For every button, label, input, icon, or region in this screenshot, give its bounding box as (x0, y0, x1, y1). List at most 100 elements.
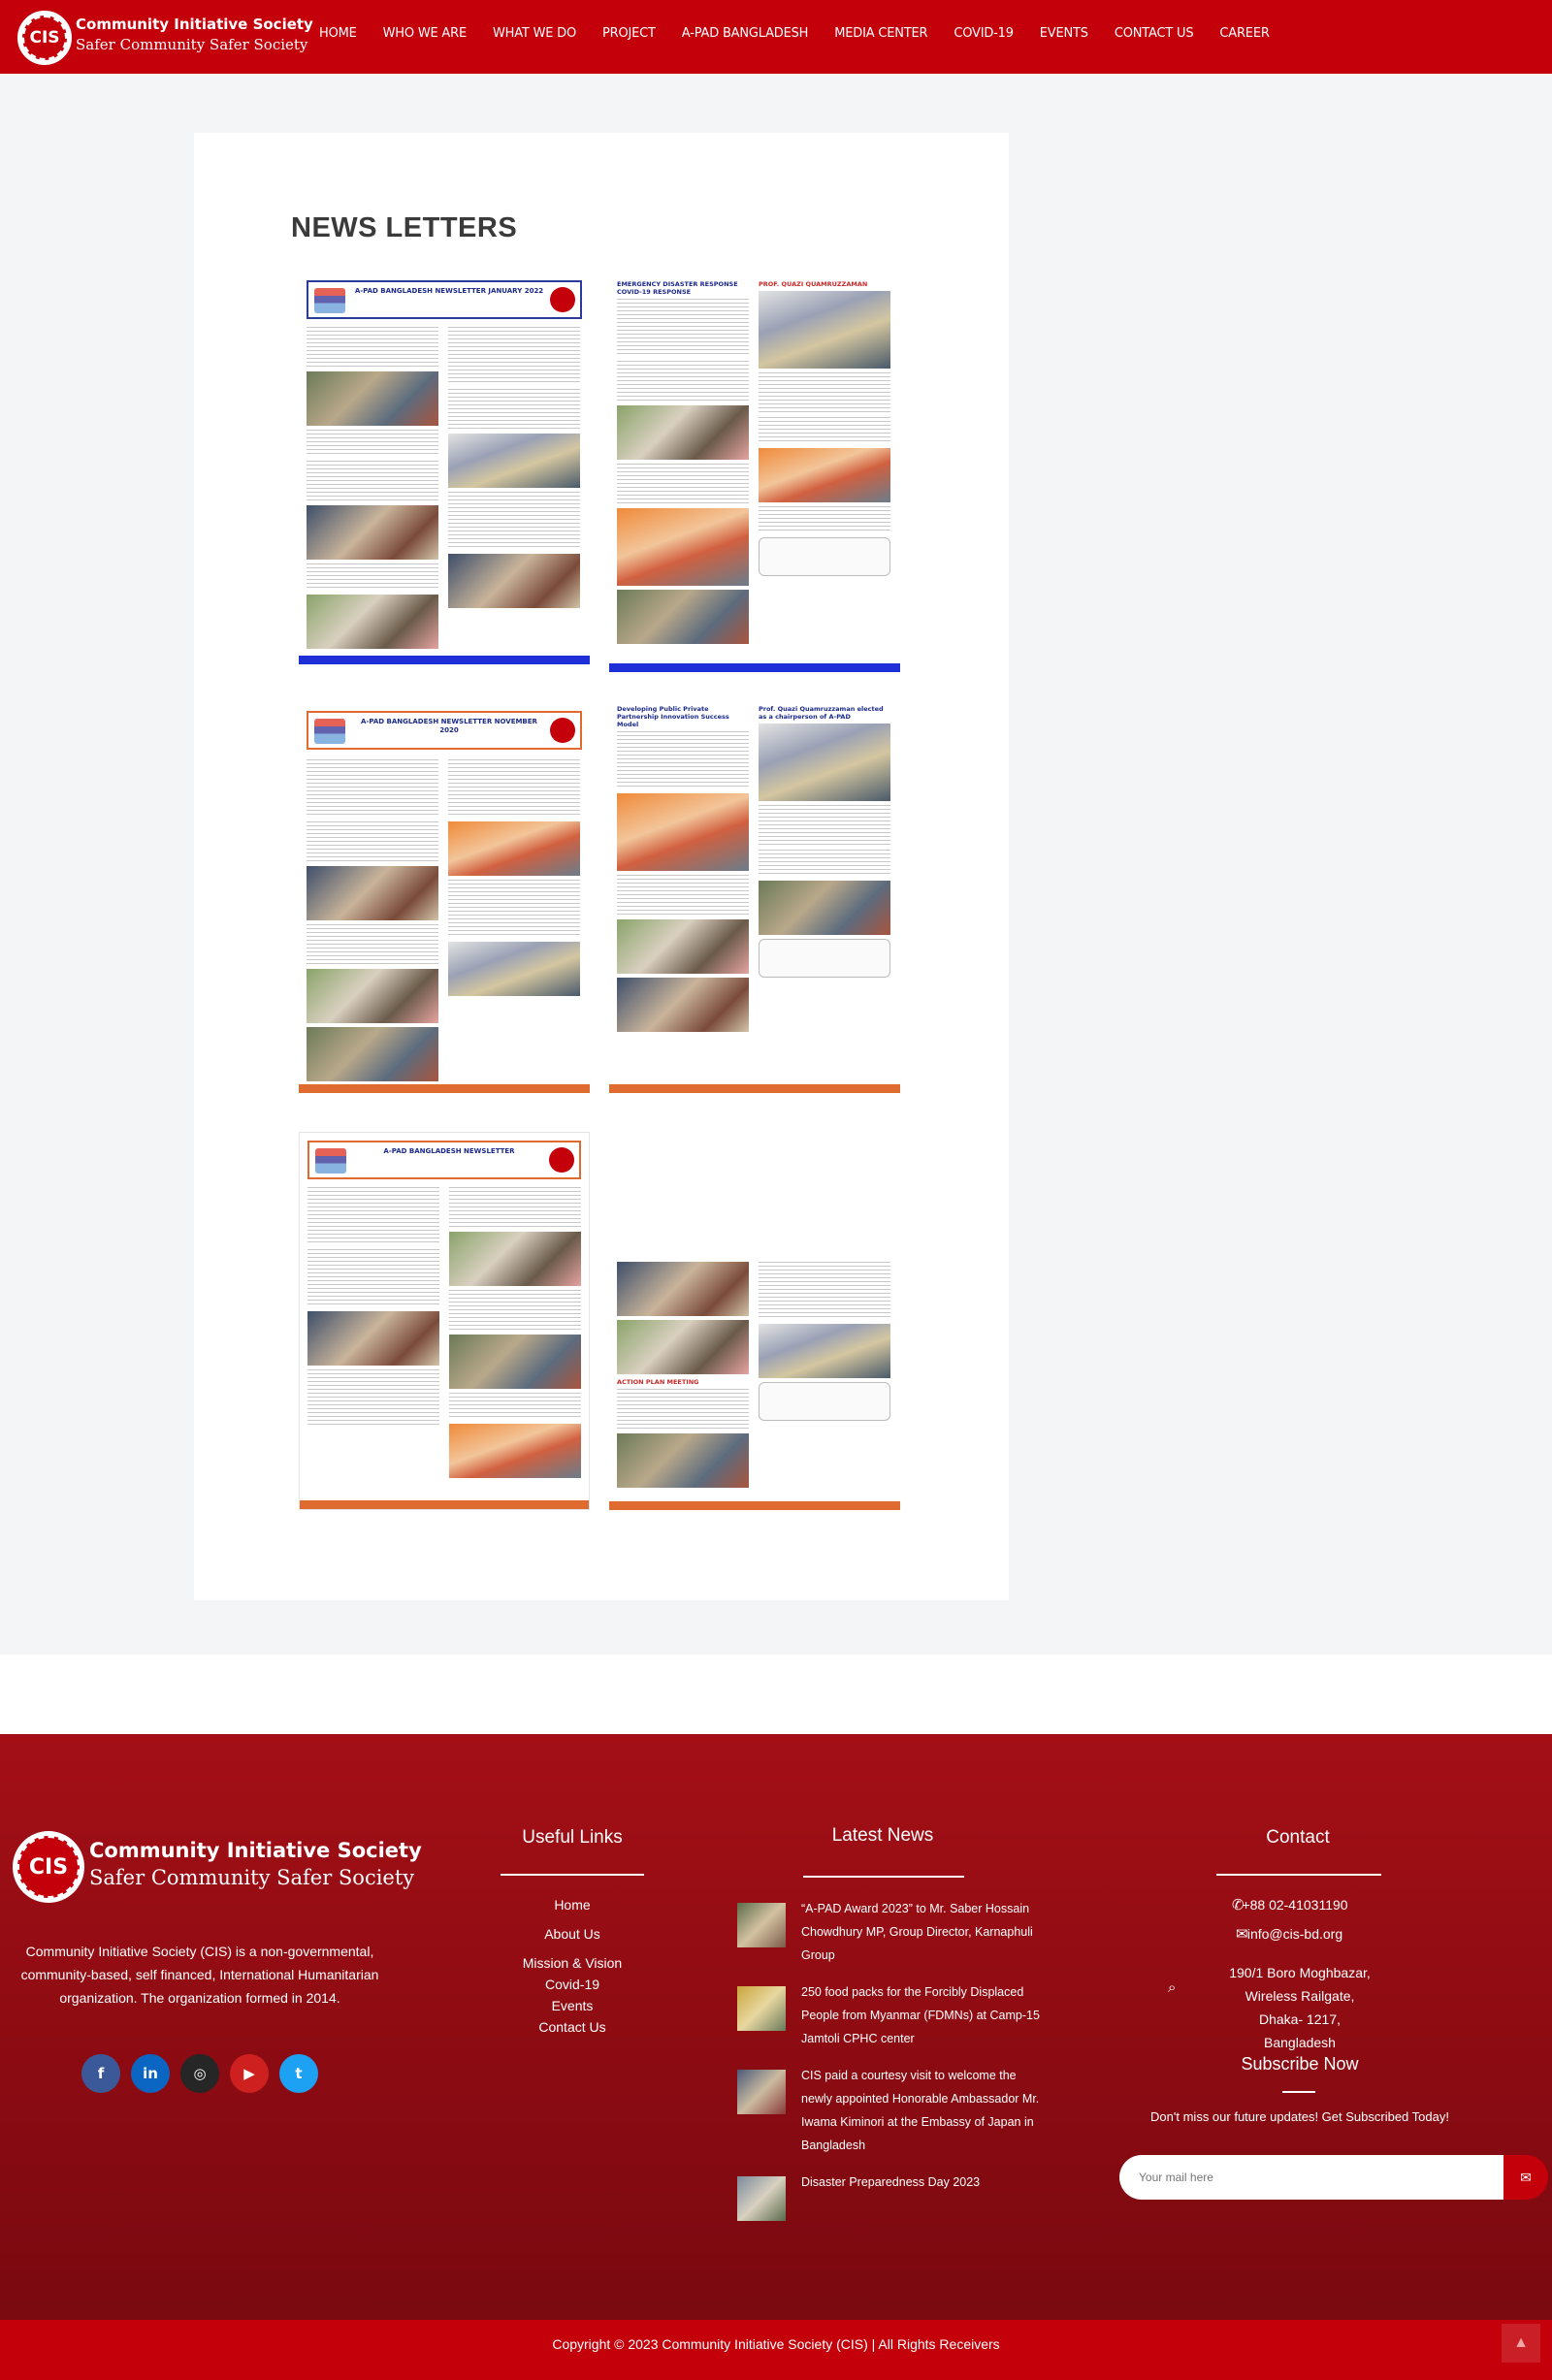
footer-link-events[interactable]: Events (495, 1998, 650, 2013)
twitter-icon[interactable]: t (279, 2054, 318, 2093)
subscribe-button[interactable]: ✉ (1504, 2155, 1548, 2200)
contact-email[interactable]: ✉ info@cis-bd.org (1154, 1926, 1436, 1943)
subscribe-text: Don't miss our future updates! Get Subsc… (1150, 2109, 1449, 2124)
main-content: NEWS LETTERS A-PAD BANGLADESH NEWSLETTER… (0, 74, 1552, 1655)
nav-who-we-are[interactable]: WHO WE ARE (383, 26, 468, 41)
nav-media-center[interactable]: MEDIA CENTER (834, 26, 927, 41)
org-name: Community Initiative Society (76, 16, 313, 33)
newsletter-page-3[interactable]: A-PAD BANGLADESH NEWSLETTER NOVEMBER 202… (299, 697, 590, 1093)
latest-news-list: “A-PAD Award 2023” to Mr. Saber Hossain … (737, 1897, 1048, 2231)
newsletter-heading: A-PAD BANGLADESH NEWSLETTER (383, 1147, 515, 1155)
email-input[interactable] (1119, 2155, 1504, 2200)
cis-badge-icon (550, 287, 575, 312)
news-title: “A-PAD Award 2023” to Mr. Saber Hossain … (801, 1902, 1033, 1962)
footer-link-mission-vision[interactable]: Mission & Vision (495, 1955, 650, 1971)
contact-phone[interactable]: ✆ +88 02-41031190 (1154, 1897, 1436, 1914)
nav-apad-bangladesh[interactable]: A-PAD BANGLADESH (682, 26, 809, 41)
main-nav: HOME WHO WE ARE WHAT WE DO PROJECT A-PAD… (319, 26, 1296, 41)
news-thumbnail (737, 1986, 786, 2031)
page-title: NEWS LETTERS (291, 212, 518, 243)
social-links: f in ◎ ▶ t (81, 2054, 329, 2093)
divider (803, 1876, 964, 1878)
news-item[interactable]: “A-PAD Award 2023” to Mr. Saber Hossain … (737, 1897, 1048, 1967)
cis-badge-icon (550, 718, 575, 743)
contact-info: ✆ +88 02-41031190 ✉ info@cis-bd.org ⌕ 19… (1154, 1897, 1436, 2068)
apad-logo-icon (315, 1148, 346, 1174)
org-tagline: Safer Community Safer Society (76, 36, 308, 53)
apad-logo-icon (314, 719, 345, 744)
newsletters-card: NEWS LETTERS A-PAD BANGLADESH NEWSLETTER… (194, 133, 1009, 1600)
footer-link-about-us[interactable]: About Us (495, 1926, 650, 1942)
mail-icon: ✉ (1236, 1926, 1248, 1943)
apad-logo-icon (314, 288, 345, 313)
nav-home[interactable]: HOME (319, 26, 357, 41)
newsletter-masthead: A-PAD BANGLADESH NEWSLETTER (307, 1141, 581, 1179)
newsletter-heading: Developing Public Private Partnership In… (617, 705, 729, 728)
contact-title: Contact (1266, 1827, 1330, 1848)
newsletter-heading: A-PAD BANGLADESH NEWSLETTER JANUARY 2022 (354, 287, 544, 295)
footer-logo-text: CIS (28, 1854, 69, 1880)
footer-description: Community Initiative Society (CIS) is a … (20, 1944, 379, 2006)
phone-icon: ✆ (1232, 1897, 1245, 1914)
latest-news-title: Latest News (831, 1825, 934, 1846)
newsletter-page-1[interactable]: A-PAD BANGLADESH NEWSLETTER JANUARY 2022 (299, 273, 590, 664)
nav-career[interactable]: CAREER (1219, 26, 1269, 41)
news-thumbnail (737, 2070, 786, 2114)
site-header: CIS Community Initiative Society Safer C… (0, 0, 1552, 74)
news-item[interactable]: CIS paid a courtesy visit to welcome the… (737, 2064, 1048, 2157)
newsletter-bar (609, 1084, 900, 1093)
newsletter-bar (609, 663, 900, 672)
nav-covid-19[interactable]: COVID-19 (954, 26, 1014, 41)
contact-address: ⌕ 190/1 Boro Moghbazar, Wireless Railgat… (1168, 1965, 1371, 2050)
linkedin-icon[interactable]: in (131, 2054, 170, 2093)
news-item[interactable]: 250 food packs for the Forcibly Displace… (737, 1980, 1048, 2050)
subscribe-form (1119, 2155, 1504, 2200)
copyright-text: Copyright © 2023 Community Initiative So… (552, 2336, 1000, 2352)
nav-events[interactable]: EVENTS (1040, 26, 1088, 41)
newsletter-bar (299, 656, 590, 664)
footer-tagline: Safer Community Safer Society (89, 1866, 415, 1889)
useful-links-title: Useful Links (522, 1827, 623, 1848)
newsletter-bar (609, 1501, 900, 1510)
newsletter-masthead: A-PAD BANGLADESH NEWSLETTER NOVEMBER 202… (307, 711, 582, 750)
footer-link-home[interactable]: Home (495, 1897, 650, 1913)
divider (501, 1874, 644, 1876)
send-icon: ✉ (1520, 2169, 1532, 2185)
news-thumbnail (737, 2176, 786, 2221)
newsletter-heading: ACTION PLAN MEETING (617, 1378, 699, 1386)
news-item[interactable]: Disaster Preparedness Day 2023 (737, 2171, 1048, 2221)
footer-link-contact-us[interactable]: Contact Us (495, 2019, 650, 2035)
youtube-icon[interactable]: ▶ (230, 2054, 269, 2093)
footer-org-name: Community Initiative Society (89, 1839, 422, 1862)
newsletter-bar (299, 1084, 590, 1093)
cis-badge-icon (549, 1147, 574, 1173)
nav-contact-us[interactable]: CONTACT US (1115, 26, 1194, 41)
news-thumbnail (737, 1903, 786, 1947)
site-footer: CIS Community Initiative Society Safer C… (0, 1734, 1552, 2320)
location-search-icon: ⌕ (1168, 1979, 1177, 1996)
news-title: Disaster Preparedness Day 2023 (801, 2175, 981, 2189)
brand[interactable]: Community Initiative Society Safer Commu… (76, 16, 313, 53)
useful-links: Home About Us Mission & Vision Covid-19 … (495, 1897, 650, 2044)
news-title: CIS paid a courtesy visit to welcome the… (801, 2069, 1040, 2152)
newsletter-page-2[interactable]: EMERGENCY DISASTER RESPONSE COVID-19 RES… (609, 273, 900, 672)
footer-brand: Community Initiative Society Safer Commu… (89, 1839, 422, 1889)
newsletter-heading: A-PAD BANGLADESH NEWSLETTER NOVEMBER 202… (361, 718, 537, 734)
cis-logo[interactable]: CIS (17, 11, 72, 65)
scroll-to-top-button[interactable]: ▲ (1502, 2324, 1540, 2363)
newsletter-masthead: A-PAD BANGLADESH NEWSLETTER JANUARY 2022 (307, 280, 582, 319)
instagram-icon[interactable]: ◎ (180, 2054, 219, 2093)
nav-what-we-do[interactable]: WHAT WE DO (493, 26, 576, 41)
newsletter-page-6[interactable]: ACTION PLAN MEETING (609, 1258, 900, 1510)
news-title: 250 food packs for the Forcibly Displace… (801, 1985, 1040, 2045)
newsletter-bar (300, 1500, 589, 1509)
subscribe-title: Subscribe Now (1241, 2054, 1359, 2074)
divider (1216, 1874, 1381, 1876)
newsletter-page-5[interactable]: A-PAD BANGLADESH NEWSLETTER (299, 1132, 590, 1510)
facebook-icon[interactable]: f (81, 2054, 120, 2093)
newsletter-page-4[interactable]: Developing Public Private Partnership In… (609, 697, 900, 1093)
footer-link-covid-19[interactable]: Covid-19 (495, 1977, 650, 1992)
newsletter-heading: EMERGENCY DISASTER RESPONSE COVID-19 RES… (617, 280, 738, 296)
footer-logo[interactable]: CIS (13, 1831, 84, 1903)
nav-project[interactable]: PROJECT (602, 26, 656, 41)
